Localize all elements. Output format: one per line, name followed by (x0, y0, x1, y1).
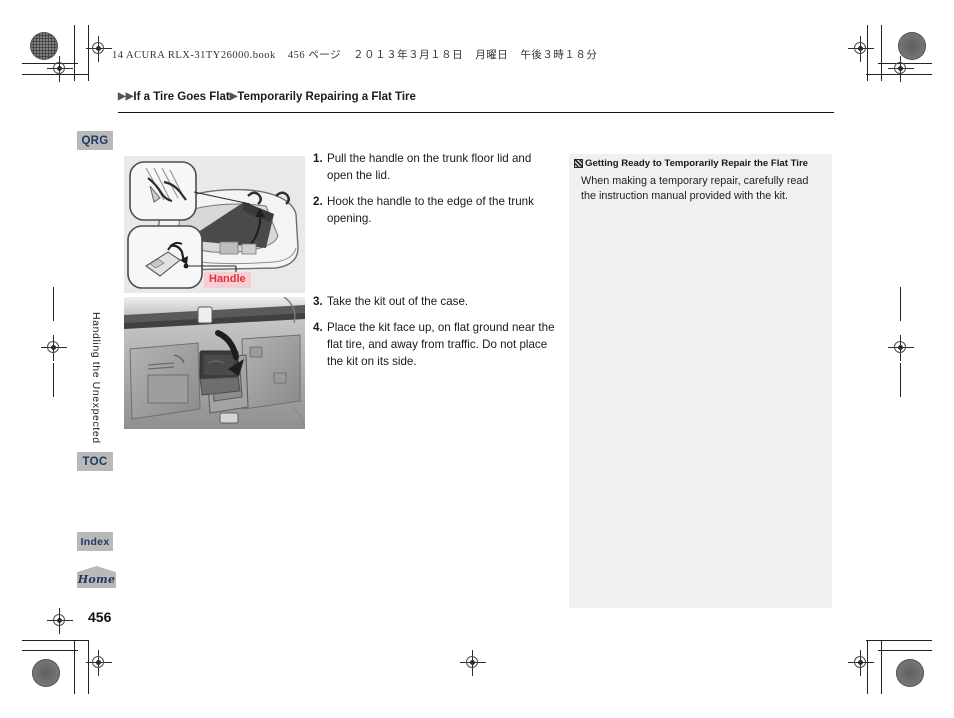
steps-group-a: 1. Pull the handle on the trunk floor li… (313, 150, 558, 237)
note-panel-title-text: Getting Ready to Temporarily Repair the … (585, 158, 809, 169)
crop-mark (22, 640, 89, 641)
figure-caption-handle-label: Handle (209, 273, 246, 285)
crop-mark (881, 25, 882, 81)
registration-mark (41, 335, 67, 361)
file-header-date: ２０１３年３月１８日 (353, 50, 464, 61)
crop-mark (900, 287, 901, 321)
breadcrumb-single-arrow-icon: ▶ (229, 91, 238, 102)
registration-dot-bottom-right (896, 659, 924, 687)
step-number: 2. (313, 195, 323, 209)
step-text: Place the kit face up, on flat ground ne… (327, 321, 555, 369)
file-header: 14 ACURA RLX-31TY26000.book 456 ページ ２０１３… (112, 47, 606, 62)
note-panel: Getting Ready to Temporarily Repair the … (569, 154, 832, 608)
crop-mark (878, 650, 932, 651)
crop-mark (22, 650, 78, 651)
nav-button-home-label: Home (77, 572, 116, 586)
crop-mark (866, 640, 932, 641)
step-text: Take the kit out of the case. (327, 295, 469, 308)
step-text: Hook the handle to the edge of the trunk… (327, 195, 534, 226)
registration-mark (460, 650, 486, 676)
step-item: 1. Pull the handle on the trunk floor li… (313, 150, 558, 184)
registration-mark (848, 650, 874, 676)
figure-kit-in-trunk-photo (124, 297, 305, 429)
figure-trunk-floor-lid-handle: Handle (124, 156, 305, 293)
file-header-book: 14 ACURA RLX-31TY26000.book (112, 50, 276, 61)
registration-mark (888, 335, 914, 361)
crop-mark (900, 363, 901, 397)
steps-group-b: 3. Take the kit out of the case. 4. Plac… (313, 293, 558, 380)
nav-button-index[interactable]: Index (77, 532, 113, 551)
step-item: 2. Hook the handle to the edge of the tr… (313, 193, 558, 227)
crop-mark (74, 25, 75, 81)
step-number: 1. (313, 152, 323, 165)
file-header-time: 午後３時１８分 (520, 50, 598, 61)
breadcrumb: ▶▶ If a Tire Goes Flat ▶ Temporarily Rep… (118, 91, 416, 103)
nav-button-qrg[interactable]: QRG (77, 131, 113, 150)
nav-button-toc-label: TOC (82, 455, 108, 468)
figure-caption-handle: Handle (204, 272, 251, 288)
note-marker-icon (574, 159, 583, 168)
crop-mark (881, 640, 882, 694)
step-item: 3. Take the kit out of the case. (313, 293, 558, 310)
step-number: 4. (313, 321, 323, 335)
header-divider (118, 112, 834, 114)
registration-mark (86, 36, 112, 62)
registration-mark (848, 36, 874, 62)
step-item: 4. Place the kit face up, on flat ground… (313, 319, 558, 370)
breadcrumb-level-2[interactable]: Temporarily Repairing a Flat Tire (237, 91, 416, 103)
nav-button-home[interactable]: Home (77, 566, 116, 588)
step-number: 3. (313, 295, 323, 308)
page-number: 456 (88, 609, 112, 625)
file-header-weekday: 月曜日 (475, 50, 509, 61)
registration-mark (47, 56, 73, 82)
breadcrumb-level-1[interactable]: If a Tire Goes Flat (133, 91, 229, 103)
registration-mark (47, 608, 73, 634)
registration-mark (888, 56, 914, 82)
nav-button-index-label: Index (80, 535, 110, 548)
note-panel-title: Getting Ready to Temporarily Repair the … (574, 158, 826, 170)
crop-mark (53, 287, 54, 321)
crop-mark (53, 363, 54, 397)
step-text: Pull the handle on the trunk floor lid a… (327, 152, 532, 183)
file-header-page: 456 ページ (287, 50, 342, 61)
registration-mark (86, 650, 112, 676)
chapter-tab-label: Handling the Unexpected (90, 312, 102, 444)
nav-button-toc[interactable]: TOC (77, 452, 113, 471)
registration-dot-bottom-left (32, 659, 60, 687)
breadcrumb-double-arrow-icon: ▶▶ (118, 91, 134, 102)
nav-button-qrg-label: QRG (81, 134, 109, 147)
crop-mark (74, 640, 75, 694)
note-panel-body: When making a temporary repair, carefull… (581, 175, 809, 203)
